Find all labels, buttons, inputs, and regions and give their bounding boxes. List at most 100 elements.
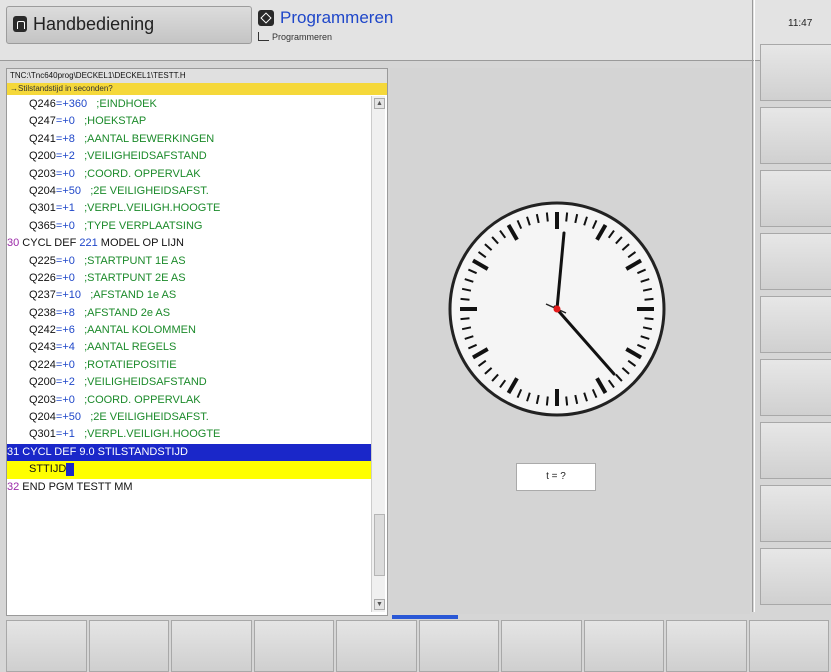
value-spacer bbox=[75, 220, 84, 232]
program-editor[interactable]: TNC:\Tnc640prog\DECKEL1\DECKEL1\TESTT.H … bbox=[6, 68, 388, 616]
q-value: =+50 bbox=[55, 411, 82, 424]
block-number: 32 bbox=[7, 480, 20, 493]
softkey-h4[interactable] bbox=[253, 620, 334, 672]
softkey-v7[interactable] bbox=[760, 422, 831, 479]
q-parameter: Q301 bbox=[29, 428, 56, 441]
scroll-thumb[interactable] bbox=[374, 514, 385, 576]
program-line[interactable]: Q224=+0 ;ROTATIEPOSITIE bbox=[7, 357, 371, 374]
value-spacer bbox=[75, 202, 84, 214]
program-line[interactable]: Q241=+8 ;AANTAL BEWERKINGEN bbox=[7, 131, 371, 148]
block-number: 30 bbox=[7, 237, 20, 250]
value-spacer bbox=[75, 428, 84, 440]
program-line-selected[interactable]: 31 CYCL DEF 9.0 STILSTANDSTIJD bbox=[7, 443, 371, 462]
value-spacer bbox=[75, 359, 84, 371]
scroll-down-arrow-icon[interactable]: ▼ bbox=[374, 599, 385, 610]
q-parameter: Q204 bbox=[29, 411, 56, 424]
header-bar: Handbediening Programmeren Programmeren … bbox=[0, 0, 831, 61]
value-spacer bbox=[75, 307, 84, 319]
value-spacer bbox=[75, 168, 84, 180]
program-line[interactable]: Q301=+1 ;VERPL.VEILIGH.HOOGTE bbox=[7, 426, 371, 443]
mode-programming-title: Programmeren bbox=[280, 8, 394, 27]
softkey-h5[interactable] bbox=[336, 620, 417, 672]
softkey-h6[interactable] bbox=[418, 620, 499, 672]
softkey-v1[interactable] bbox=[760, 44, 831, 101]
softkey-v5[interactable] bbox=[760, 296, 831, 353]
softkey-v4[interactable] bbox=[760, 233, 831, 290]
softkey-h3[interactable] bbox=[171, 620, 252, 672]
q-value: =+2 bbox=[55, 376, 75, 389]
value-spacer bbox=[75, 255, 84, 267]
softkey-h9[interactable] bbox=[666, 620, 747, 672]
q-value: =+0 bbox=[55, 358, 75, 371]
softkey-v8[interactable] bbox=[760, 485, 831, 542]
program-line-cycle-30[interactable]: 30 CYCL DEF 221 MODEL OP LIJN bbox=[7, 235, 371, 252]
clock-illustration bbox=[448, 201, 666, 417]
program-line[interactable]: Q246=+360 ;EINDHOEK bbox=[7, 96, 371, 113]
program-line[interactable]: Q200=+2 ;VEILIGHEIDSAFSTAND bbox=[7, 374, 371, 391]
q-comment: ;STARTPUNT 1E AS bbox=[84, 254, 186, 267]
program-line[interactable]: Q365=+0 ;TYPE VERPLAATSING bbox=[7, 218, 371, 235]
q-parameter: Q247 bbox=[29, 115, 56, 128]
divider bbox=[752, 0, 753, 612]
mode-programming[interactable]: Programmeren Programmeren bbox=[258, 6, 748, 52]
q-value: =+8 bbox=[55, 306, 75, 319]
dialog-prompt: →Stilstandstijd in seconden? bbox=[7, 83, 387, 95]
softkey-h1[interactable] bbox=[6, 620, 87, 672]
value-spacer bbox=[75, 376, 84, 388]
q-parameter: Q225 bbox=[29, 254, 56, 267]
program-line[interactable]: Q226=+0 ;STARTPUNT 2E AS bbox=[7, 270, 371, 287]
mode-manual-label: Handbediening bbox=[33, 14, 155, 34]
editor-scrollbar[interactable]: ▲ ▼ bbox=[371, 96, 385, 612]
time-input-label: t = ? bbox=[516, 463, 596, 491]
program-line[interactable]: Q203=+0 ;COORD. OPPERVLAK bbox=[7, 166, 371, 183]
scroll-up-arrow-icon[interactable]: ▲ bbox=[374, 98, 385, 109]
q-comment: ;TYPE VERPLAATSING bbox=[84, 219, 203, 232]
program-line[interactable]: Q247=+0 ;HOEKSTAP bbox=[7, 113, 371, 130]
program-line[interactable]: Q203=+0 ;COORD. OPPERVLAK bbox=[7, 392, 371, 409]
vertical-softkeys bbox=[760, 44, 831, 611]
program-line[interactable]: Q301=+1 ;VERPL.VEILIGH.HOOGTE bbox=[7, 200, 371, 217]
program-line[interactable]: Q204=+50 ;2E VEILIGHEIDSAFST. bbox=[7, 409, 371, 426]
q-parameter: Q243 bbox=[29, 341, 56, 354]
value-spacer bbox=[75, 341, 84, 353]
q-comment: ;AANTAL REGELS bbox=[84, 341, 177, 354]
clock-minute-tick bbox=[565, 396, 569, 406]
softkey-v9[interactable] bbox=[760, 548, 831, 605]
program-line[interactable]: Q238=+8 ;AFSTAND 2e AS bbox=[7, 305, 371, 322]
program-line[interactable]: Q237=+10 ;AFSTAND 1e AS bbox=[7, 287, 371, 304]
clock-minute-tick bbox=[545, 396, 549, 406]
q-parameter: Q204 bbox=[29, 184, 56, 197]
home-folder-icon bbox=[258, 32, 269, 41]
softkey-v2[interactable] bbox=[760, 107, 831, 164]
value-spacer bbox=[75, 324, 84, 336]
program-line[interactable]: Q242=+6 ;AANTAL KOLOMMEN bbox=[7, 322, 371, 339]
q-value: =+50 bbox=[55, 184, 82, 197]
softkey-h10[interactable] bbox=[748, 620, 829, 672]
mode-manual-operation[interactable]: Handbediening bbox=[6, 6, 252, 44]
softkey-h2[interactable] bbox=[88, 620, 169, 672]
program-lines[interactable]: Q246=+360 ;EINDHOEK Q247=+0 ;HOEKSTAP Q241… bbox=[7, 96, 371, 496]
q-parameter: Q226 bbox=[29, 271, 56, 284]
cycle-name: MODEL OP LIJN bbox=[97, 237, 184, 250]
q-value: =+0 bbox=[55, 167, 75, 180]
q-parameter: Q203 bbox=[29, 393, 56, 406]
value-spacer bbox=[75, 133, 84, 145]
softkey-h7[interactable] bbox=[501, 620, 582, 672]
program-line[interactable]: Q204=+50 ;2E VEILIGHEIDSAFST. bbox=[7, 183, 371, 200]
q-parameter: Q200 bbox=[29, 150, 56, 163]
q-parameter: Q224 bbox=[29, 358, 56, 371]
q-comment: ;2E VEILIGHEIDSAFST. bbox=[90, 411, 209, 424]
softkey-v6[interactable] bbox=[760, 359, 831, 416]
clock-minute-tick bbox=[460, 297, 470, 301]
program-line[interactable]: Q225=+0 ;STARTPUNT 1E AS bbox=[7, 253, 371, 270]
time-display: 11:47 bbox=[788, 18, 813, 29]
q-value: =+4 bbox=[55, 341, 75, 354]
program-line[interactable]: Q243=+4 ;AANTAL REGELS bbox=[7, 339, 371, 356]
program-line-end[interactable]: 32 END PGM TESTT MM bbox=[7, 479, 371, 496]
program-line-input[interactable]: STTIJD bbox=[7, 461, 371, 479]
program-line[interactable]: Q200=+2 ;VEILIGHEIDSAFSTAND bbox=[7, 148, 371, 165]
softkey-h8[interactable] bbox=[583, 620, 664, 672]
mode-programming-sub: Programmeren bbox=[272, 32, 333, 42]
q-parameter: Q241 bbox=[29, 132, 56, 145]
softkey-v3[interactable] bbox=[760, 170, 831, 227]
